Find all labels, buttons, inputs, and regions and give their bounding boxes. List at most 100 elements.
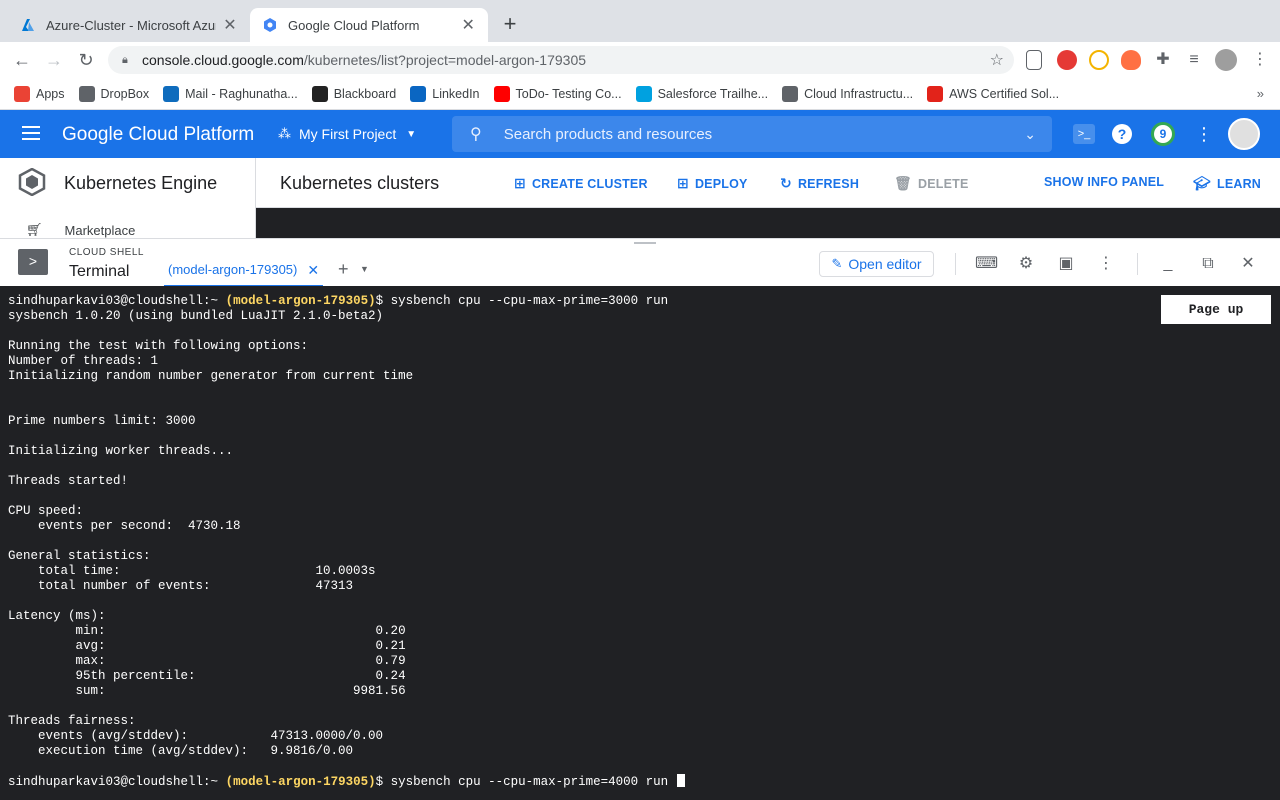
document-extension-icon[interactable] (1026, 50, 1042, 70)
deploy-button[interactable]: ⊞ DEPLOY (677, 175, 748, 192)
button-label: LEARN (1216, 176, 1262, 191)
puzzle-extensions-icon[interactable]: ✚ (1153, 50, 1173, 70)
chevron-down-icon[interactable]: ▼ (360, 264, 369, 274)
more-vert-icon[interactable]: ⋮ (1192, 122, 1216, 146)
terminal-line: min: 0.20 (8, 624, 406, 638)
chrome-menu-icon[interactable]: ⋮ (1250, 50, 1270, 70)
more-vert-icon[interactable]: ⋮ (1095, 253, 1117, 275)
back-arrow-icon[interactable]: ← (10, 48, 34, 72)
button-label: Open editor (848, 256, 922, 272)
search-bar[interactable]: ⚲ Search products and resources ⌄ (452, 116, 1052, 152)
fire-extension-icon[interactable] (1121, 50, 1141, 70)
terminal-output[interactable]: sindhuparkavi03@cloudshell:~ (model-argo… (0, 286, 1280, 800)
page-up-button[interactable]: Page up (1161, 295, 1271, 324)
bookmark-item[interactable]: AWS Certified Sol... (927, 85, 1059, 102)
terminal-title: Terminal (69, 263, 130, 280)
terminal-line: sysbench 1.0.20 (using bundled LuaJIT 2.… (8, 309, 384, 323)
chevron-down-icon: ▼ (406, 128, 417, 140)
chevron-down-icon[interactable]: ⌄ (1024, 126, 1036, 143)
close-tab-icon[interactable]: ✕ (307, 262, 319, 279)
help-icon[interactable]: ? (1112, 124, 1132, 144)
web-preview-icon[interactable]: ▣ (1055, 253, 1077, 275)
search-icon: ⚲ (470, 126, 482, 143)
delete-button[interactable]: 🗑︎ DELETE (894, 175, 969, 192)
outlook-icon (163, 85, 180, 102)
cloud-shell-icon[interactable]: >_ (1073, 124, 1095, 144)
terminal-command: $ sysbench cpu --cpu-max-prime=4000 run (375, 775, 669, 789)
bookmark-item[interactable]: ToDo- Testing Co... (493, 85, 622, 102)
extension-icon[interactable] (1089, 50, 1109, 70)
terminal-line: Threads fairness: (8, 714, 136, 728)
add-tab-icon[interactable]: + (338, 259, 349, 280)
youtube-icon (493, 85, 510, 102)
acloud-icon (927, 85, 944, 102)
hamburger-menu-icon[interactable] (22, 126, 40, 140)
bookmark-label: Salesforce Trailhe... (657, 86, 769, 101)
open-in-new-window-icon[interactable]: ⧉ (1197, 253, 1219, 275)
bookmark-star-icon[interactable]: ☆ (990, 50, 1004, 70)
notifications-badge[interactable]: 9 (1151, 122, 1175, 146)
gcp-header: Google Cloud Platform ⁂ My First Project… (0, 110, 1280, 158)
nav-item-marketplace[interactable]: 🛒︎ Marketplace (26, 222, 135, 238)
minimize-icon[interactable]: _ (1157, 253, 1179, 275)
close-icon[interactable]: ✕ (1237, 253, 1259, 275)
browser-tab-gcp[interactable]: Google Cloud Platform ✕ (250, 8, 488, 42)
url-path: /kubernetes/list?project=model-argon-179… (303, 52, 587, 68)
terminal-command-line: sindhuparkavi03@cloudshell:~ (model-argo… (8, 294, 1280, 309)
globe-icon (782, 85, 799, 102)
address-bar[interactable]: 🔒︎ console.cloud.google.com/kubernetes/l… (108, 46, 1014, 74)
button-label: CREATE CLUSTER (531, 176, 648, 191)
nav-item-label: Marketplace (64, 222, 136, 238)
azure-icon (22, 19, 34, 31)
forward-arrow-icon[interactable]: → (42, 48, 66, 72)
browser-tab-title: Azure-Cluster - Microsoft Azure (46, 17, 216, 33)
create-cluster-button[interactable]: ⊞ CREATE CLUSTER (514, 175, 648, 192)
bookmark-item[interactable]: Blackboard (311, 85, 396, 102)
button-label: DEPLOY (694, 176, 748, 191)
browser-tab-title: Google Cloud Platform (288, 17, 420, 33)
bookmark-item[interactable]: LinkedIn (410, 85, 480, 102)
linkedin-icon (410, 85, 427, 102)
account-avatar[interactable] (1228, 118, 1260, 150)
show-info-panel-button[interactable]: SHOW INFO PANEL (1044, 175, 1164, 189)
close-tab-icon[interactable]: ✕ (222, 15, 238, 35)
keyboard-icon[interactable]: ⌨ (975, 253, 998, 275)
project-name: My First Project (299, 126, 397, 142)
prompt-user: sindhuparkavi03@cloudshell:~ (8, 775, 219, 789)
bookmark-label: LinkedIn (432, 86, 480, 101)
bookmark-item[interactable]: Apps (14, 85, 65, 102)
divider (1137, 253, 1138, 275)
bookmark-item[interactable]: Mail - Raghunatha... (163, 85, 298, 102)
bookmark-label: Cloud Infrastructu... (804, 86, 914, 101)
bookmark-item[interactable]: Cloud Infrastructu... (782, 85, 914, 102)
bookmark-label: DropBox (100, 86, 150, 101)
salesforce-icon (635, 85, 652, 102)
adblock-extension-icon[interactable] (1057, 50, 1077, 70)
bookmark-label: Apps (36, 86, 65, 101)
refresh-button[interactable]: ↻ REFRESH (780, 175, 859, 192)
profile-avatar[interactable] (1215, 49, 1237, 71)
close-tab-icon[interactable]: ✕ (460, 15, 476, 35)
kubernetes-toolbar: Kubernetes Engine 🛒︎ Marketplace Kuberne… (0, 158, 1280, 238)
bookmarks-overflow-icon[interactable]: » (1257, 86, 1264, 101)
bookmark-item[interactable]: DropBox (78, 85, 150, 102)
bookmark-item[interactable]: Salesforce Trailhe... (635, 85, 769, 102)
open-editor-button[interactable]: ✎ Open editor (819, 251, 934, 277)
cloud-shell-caption: CLOUD SHELL (69, 247, 144, 258)
new-tab-icon[interactable]: + (498, 12, 522, 36)
settings-gear-icon[interactable]: ⚙ (1015, 253, 1037, 275)
reading-list-icon[interactable]: ≡ (1184, 50, 1204, 70)
button-label: REFRESH (797, 176, 860, 191)
project-selector[interactable]: ⁂ My First Project ▼ (278, 126, 416, 142)
terminal-tab[interactable]: (model-argon-179305) ✕ (164, 261, 324, 287)
terminal-line: Running the test with following options: (8, 339, 309, 353)
resize-handle[interactable] (634, 242, 656, 244)
learn-button[interactable]: 🎓︎ LEARN (1193, 175, 1261, 192)
refresh-icon: ↻ (780, 175, 792, 191)
browser-tab-azure[interactable]: Azure-Cluster - Microsoft Azure ✕ (8, 8, 250, 42)
gcp-logo-title[interactable]: Google Cloud Platform (62, 124, 254, 146)
reload-icon[interactable]: ↻ (74, 48, 98, 72)
